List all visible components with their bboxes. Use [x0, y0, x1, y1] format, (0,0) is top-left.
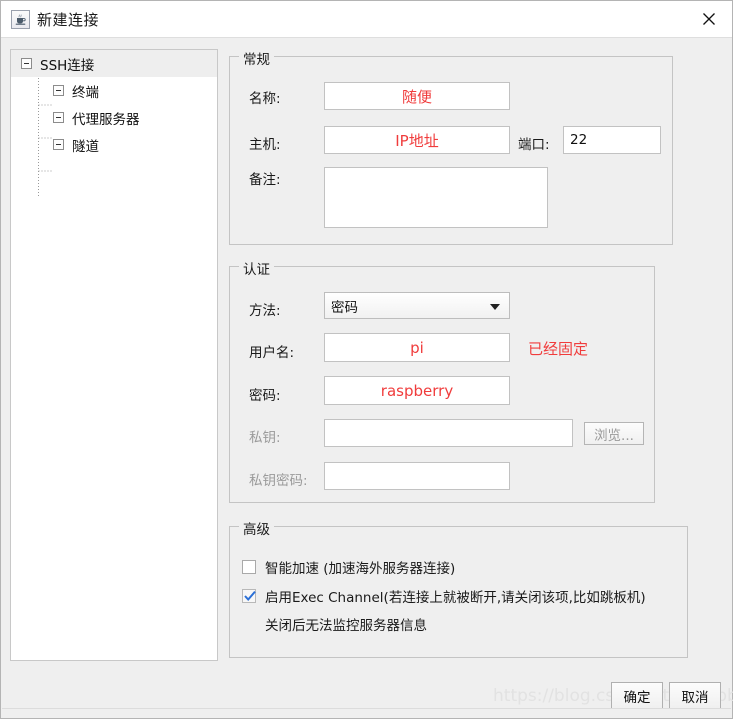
private-key-password-label: 私钥密码:	[249, 473, 308, 489]
collapse-box-icon[interactable]	[21, 58, 32, 69]
smart-acceleration-checkbox-row[interactable]: 智能加速 (加速海外服务器连接)	[242, 557, 455, 577]
private-key-input[interactable]	[324, 419, 573, 447]
cancel-button[interactable]: 取消	[669, 682, 721, 709]
private-key-label: 私钥:	[249, 430, 281, 446]
exec-channel-checkbox-row[interactable]: 启用Exec Channel(若连接上就被断开,请关闭该项,比如跳板机)	[242, 586, 646, 606]
authentication-group-legend: 认证	[239, 258, 274, 278]
settings-tree-panel[interactable]: SSH连接 终端 代理服务器 隧道	[10, 49, 218, 661]
exec-channel-label: 启用Exec Channel(若连接上就被断开,请关闭该项,比如跳板机)	[265, 590, 646, 606]
remark-label: 备注:	[249, 172, 281, 188]
sidebar-item-terminal[interactable]: 终端	[11, 77, 217, 104]
checkbox-unchecked-icon[interactable]	[242, 560, 256, 574]
private-key-password-input[interactable]	[324, 462, 510, 490]
sidebar-item-ssh-connection[interactable]: SSH连接	[11, 50, 217, 77]
sidebar-item-label: 终端	[72, 84, 99, 101]
method-select[interactable]: 密码	[324, 292, 510, 319]
new-connection-dialog: 新建连接 SSH连接 终端 代理服务器 隧道 常规 名称: 随便 主机: IP地…	[0, 0, 733, 719]
username-label: 用户名:	[249, 345, 295, 361]
smart-acceleration-label: 智能加速 (加速海外服务器连接)	[265, 561, 456, 577]
name-input[interactable]: 随便	[324, 82, 510, 110]
sidebar-item-proxy-server[interactable]: 代理服务器	[11, 104, 217, 131]
title-bar: 新建连接	[1, 1, 732, 38]
collapse-box-icon[interactable]	[53, 139, 64, 150]
fixed-credentials-annotation: 已经固定	[528, 340, 589, 358]
name-label: 名称:	[249, 91, 281, 107]
host-label: 主机:	[249, 137, 281, 153]
sidebar-item-label: 隧道	[72, 138, 99, 155]
footer-divider	[2, 708, 731, 709]
method-label: 方法:	[249, 303, 281, 319]
host-input[interactable]: IP地址	[324, 126, 510, 154]
method-select-value: 密码	[331, 299, 358, 316]
advanced-group-legend: 高级	[239, 518, 274, 538]
password-label: 密码:	[249, 388, 281, 404]
sidebar-item-tunnel[interactable]: 隧道	[11, 131, 217, 158]
username-input[interactable]: pi	[324, 333, 510, 362]
port-input[interactable]: 22	[563, 126, 661, 154]
window-title: 新建连接	[37, 11, 100, 29]
general-group-legend: 常规	[239, 48, 274, 68]
ok-button[interactable]: 确定	[611, 682, 663, 709]
password-input[interactable]: raspberry	[324, 376, 510, 405]
sidebar-item-label: 代理服务器	[72, 111, 140, 128]
close-icon[interactable]	[686, 1, 732, 37]
collapse-box-icon[interactable]	[53, 112, 64, 123]
sidebar-item-label: SSH连接	[40, 57, 95, 74]
browse-button[interactable]: 浏览...	[584, 422, 644, 445]
port-label: 端口:	[518, 137, 550, 153]
java-coffee-cup-icon	[11, 10, 30, 29]
chevron-down-icon	[490, 303, 500, 310]
remark-textarea[interactable]	[324, 167, 548, 228]
collapse-box-icon[interactable]	[53, 85, 64, 96]
checkbox-checked-icon[interactable]	[242, 589, 256, 603]
exec-channel-note: 关闭后无法监控服务器信息	[265, 618, 427, 634]
